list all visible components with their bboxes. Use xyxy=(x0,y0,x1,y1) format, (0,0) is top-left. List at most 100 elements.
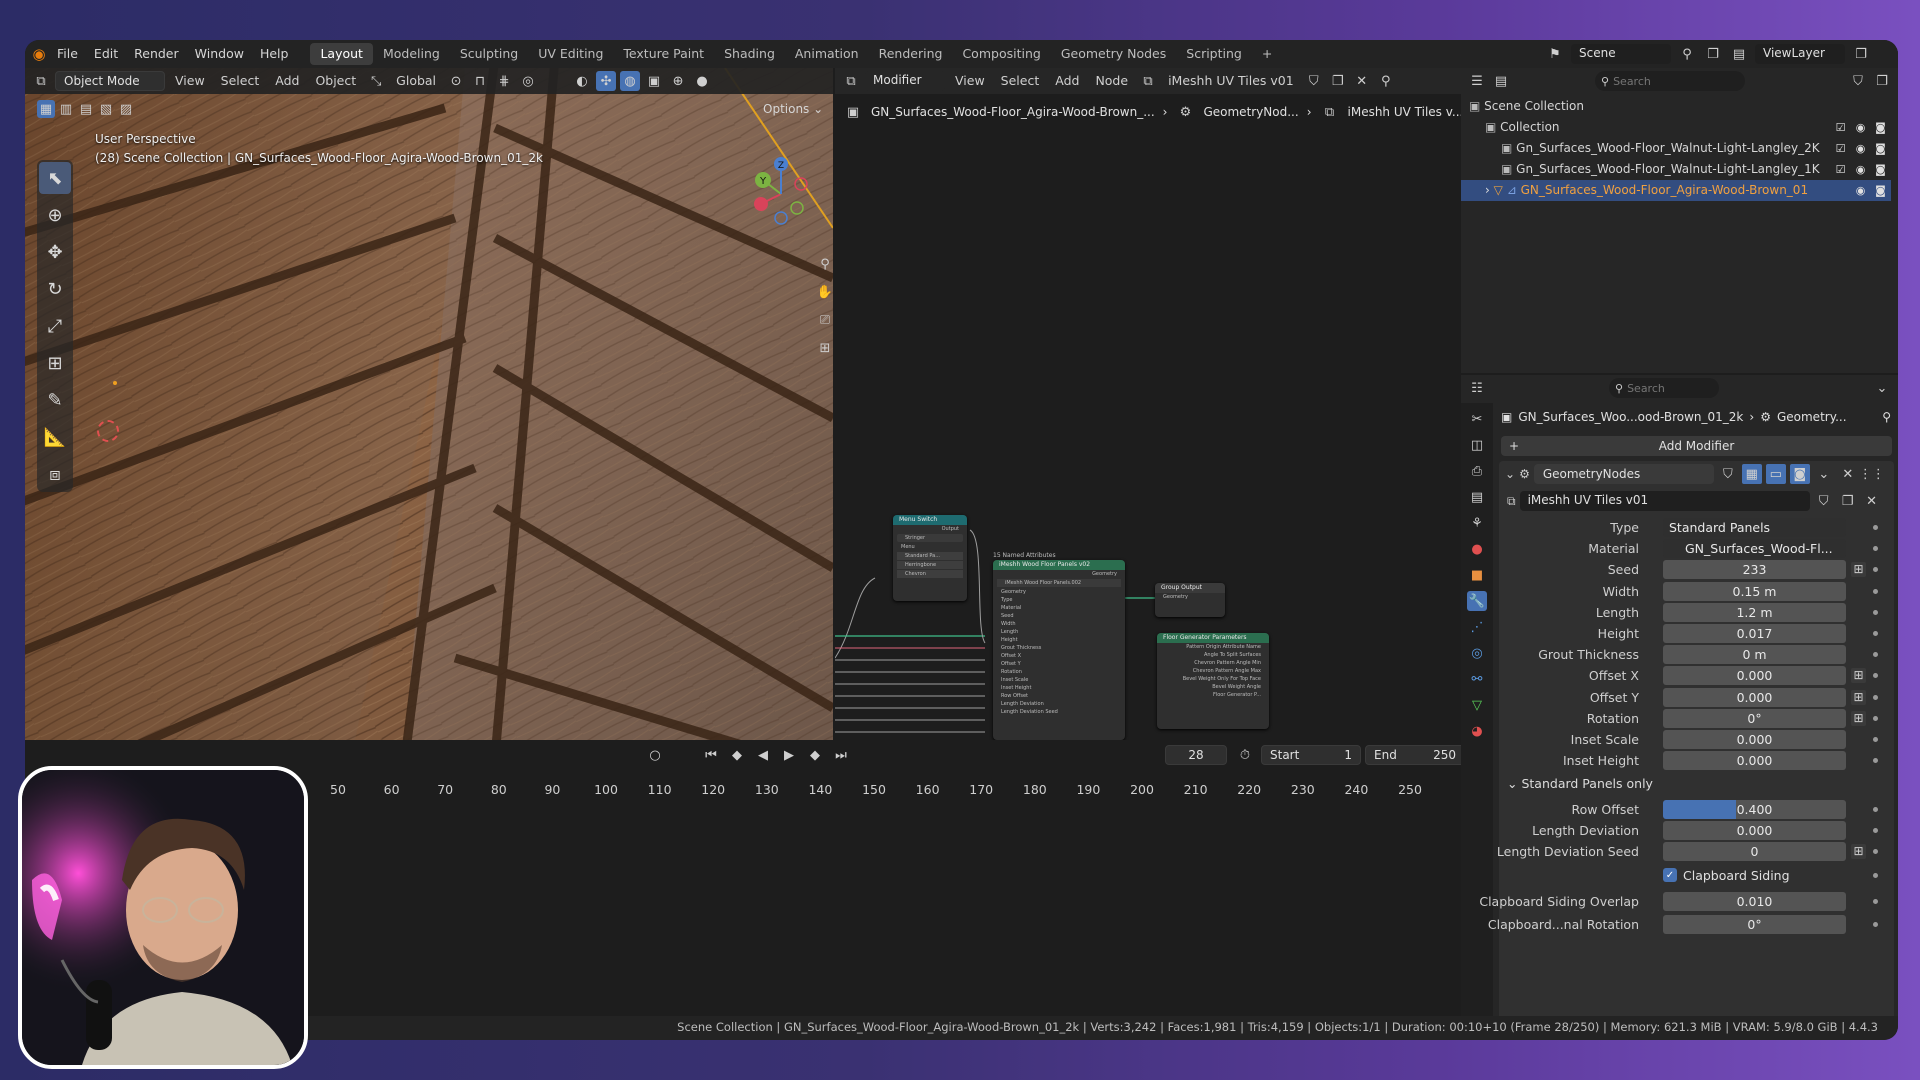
add-workspace-button[interactable]: + xyxy=(1252,43,1282,65)
view-layer-selector[interactable]: ViewLayer xyxy=(1755,44,1845,64)
eye-icon[interactable]: ◉ xyxy=(1854,163,1867,176)
object-mode-dropdown[interactable]: Object Mode xyxy=(55,71,165,91)
select-subtract-icon[interactable]: ▤ xyxy=(77,100,95,118)
view-layer-tab-icon[interactable]: ▤ xyxy=(1467,487,1487,507)
eye-icon[interactable]: ◉ xyxy=(1854,142,1867,155)
menu-edit[interactable]: Edit xyxy=(86,40,126,68)
field-value[interactable]: 0.000 xyxy=(1663,666,1846,686)
select-intersect-icon[interactable]: ▨ xyxy=(117,100,135,118)
field-value[interactable]: GN_Surfaces_Wood-Fl... xyxy=(1663,539,1846,559)
tab-sculpting[interactable]: Sculpting xyxy=(450,43,528,65)
menu-window[interactable]: Window xyxy=(187,40,252,68)
data-tab-icon[interactable]: ▽ xyxy=(1467,695,1487,715)
breadcrumb-modifier[interactable]: Geometry... xyxy=(1777,410,1847,424)
duplicate-icon[interactable]: ❐ xyxy=(1838,491,1858,511)
camera-icon[interactable]: ◙ xyxy=(1874,142,1887,155)
outliner-row-agira-selected[interactable]: › ▽ ⊿ GN_Surfaces_Wood-Floor_Agira-Wood-… xyxy=(1461,180,1891,201)
viewport-menu-add[interactable]: Add xyxy=(269,71,305,91)
pin-icon[interactable]: ⚲ xyxy=(1677,44,1697,64)
scene-selector[interactable]: Scene xyxy=(1571,44,1671,64)
xray-icon[interactable]: ▣ xyxy=(644,71,664,91)
visibility-icon[interactable]: ◐ xyxy=(572,71,592,91)
proportional-edit-icon[interactable]: ◎ xyxy=(518,71,538,91)
properties-search-input[interactable] xyxy=(1627,381,1708,395)
solid-shading-icon[interactable]: ● xyxy=(692,71,712,91)
edit-mode-toggle-icon[interactable]: ⛉ xyxy=(1718,464,1738,484)
outliner[interactable]: ☰ ▤ ⚲ ⛉ ❐ ▣ Scene Collection ▣ Collectio… xyxy=(1461,68,1898,373)
eye-icon[interactable]: ◉ xyxy=(1854,121,1867,134)
exclude-checkbox-icon[interactable]: ☑ xyxy=(1834,142,1847,155)
keyframe-dot[interactable] xyxy=(1873,609,1878,615)
menu-help[interactable]: Help xyxy=(252,40,297,68)
menu-render[interactable]: Render xyxy=(126,40,187,68)
field-value[interactable]: 233 xyxy=(1663,560,1846,580)
current-frame-field[interactable]: 28 xyxy=(1165,745,1227,765)
start-frame-field[interactable]: Start 1 xyxy=(1261,745,1361,765)
transform-tool-icon[interactable]: ⊞ xyxy=(39,347,71,379)
attribute-toggle-icon[interactable]: ⊞ xyxy=(1851,668,1866,684)
camera-icon[interactable]: ◙ xyxy=(1874,184,1887,197)
outliner-row-collection[interactable]: ▣ Collection ☑ ◉ ◙ xyxy=(1461,117,1891,138)
outliner-search[interactable]: ⚲ xyxy=(1595,71,1745,91)
new-scene-icon[interactable]: ❐ xyxy=(1703,44,1723,64)
menu-file[interactable]: File xyxy=(49,40,86,68)
collapse-chevron-icon[interactable]: ⌄ xyxy=(1505,467,1515,481)
expand-arrow-icon[interactable]: › xyxy=(1485,183,1490,197)
node-editor[interactable]: ⧉ Modifier View Select Add Node ⧉ iMeshh… xyxy=(835,68,1485,740)
attribute-toggle-icon[interactable]: ⊞ xyxy=(1851,844,1866,860)
world-tab-icon[interactable]: ● xyxy=(1467,539,1487,559)
rotate-tool-icon[interactable]: ↻ xyxy=(39,273,71,305)
subpanel-header[interactable]: ⌄ Standard Panels only xyxy=(1507,773,1887,794)
gizmo-toggle-icon[interactable]: ✣ xyxy=(596,71,617,91)
particles-tab-icon[interactable]: ⋰ xyxy=(1467,617,1487,637)
clapboard-rotation-field[interactable]: Clapboard...nal Rotation 0° xyxy=(1488,914,1887,935)
keyframe-dot[interactable] xyxy=(1873,694,1878,700)
field-type[interactable]: Type Standard Panels xyxy=(1507,517,1887,538)
attribute-toggle-icon[interactable]: ⊞ xyxy=(1851,562,1866,578)
node-group-output[interactable]: Group Output Geometry xyxy=(1155,583,1225,617)
field-value[interactable]: 0.400 xyxy=(1663,800,1846,819)
display-mode-icon[interactable]: ▤ xyxy=(1491,71,1511,91)
unlink-icon[interactable]: ✕ xyxy=(1862,491,1882,511)
tab-uv-editing[interactable]: UV Editing xyxy=(528,43,613,65)
end-frame-field[interactable]: End 250 xyxy=(1365,745,1465,765)
scale-tool-icon[interactable]: ⤢ xyxy=(39,310,71,342)
properties-search[interactable]: ⚲ xyxy=(1609,378,1719,398)
move-tool-icon[interactable]: ✥ xyxy=(39,236,71,268)
field-value[interactable]: 1.2 m xyxy=(1663,602,1846,622)
field-value[interactable]: 0° xyxy=(1663,915,1846,934)
keyframe-dot[interactable] xyxy=(1873,631,1878,636)
field-grout-thickness[interactable]: Grout Thickness 0 m xyxy=(1507,644,1887,665)
tab-scripting[interactable]: Scripting xyxy=(1176,43,1252,65)
snap-icon[interactable]: ⊓ xyxy=(470,71,490,91)
clapboard-overlap-field[interactable]: Clapboard Siding Overlap 0.010 xyxy=(1479,891,1887,912)
constraints-tab-icon[interactable]: ⚯ xyxy=(1467,669,1487,689)
properties-type-icon[interactable]: ☷ xyxy=(1467,378,1487,398)
outliner-row-walnut-1k[interactable]: ▣ Gn_Surfaces_Wood-Floor_Walnut-Light-La… xyxy=(1461,159,1891,180)
outliner-search-input[interactable] xyxy=(1613,74,1734,88)
drag-handle-icon[interactable]: ⋮⋮ xyxy=(1859,464,1885,484)
transform-orientation-dropdown[interactable]: Global xyxy=(390,71,442,91)
node-tree-icon[interactable]: ⧉ xyxy=(1507,494,1516,509)
select-invert-icon[interactable]: ▧ xyxy=(97,100,115,118)
material-tab-icon[interactable]: ◕ xyxy=(1467,721,1487,741)
field-value[interactable]: 0 m xyxy=(1663,645,1846,665)
new-collection-icon[interactable]: ❐ xyxy=(1872,71,1892,91)
node-wood-floor-panels[interactable]: iMeshh Wood Floor Panels v02 Geometry iM… xyxy=(993,560,1125,740)
play-icon[interactable]: ▶ xyxy=(779,745,799,765)
zoom-icon[interactable]: ⚲ xyxy=(815,254,833,274)
camera-view-icon[interactable]: ⎚ xyxy=(815,310,833,330)
field-value[interactable]: 0° xyxy=(1663,708,1846,728)
blender-logo-icon[interactable]: ◉ xyxy=(29,44,49,64)
field-inset-height[interactable]: Inset Height 0.000 xyxy=(1507,750,1887,771)
node-group-selector[interactable]: iMeshh UV Tiles v01 xyxy=(1519,491,1810,511)
field-value[interactable]: 0.000 xyxy=(1663,687,1846,707)
filter-icon[interactable]: ⛉ xyxy=(1848,71,1868,91)
pin-icon[interactable]: ⚲ xyxy=(1882,410,1891,424)
select-new-icon[interactable]: ▦ xyxy=(37,100,55,118)
clapboard-checkbox[interactable]: ✓ Clapboard Siding xyxy=(1663,865,1790,885)
node-floor-generator-params[interactable]: Floor Generator Parameters Pattern Origi… xyxy=(1157,633,1269,729)
keyframe-dot[interactable] xyxy=(1873,828,1878,834)
viewport-options-button[interactable]: Options ⌄ xyxy=(763,102,823,116)
field-value[interactable]: 0.000 xyxy=(1663,751,1846,771)
